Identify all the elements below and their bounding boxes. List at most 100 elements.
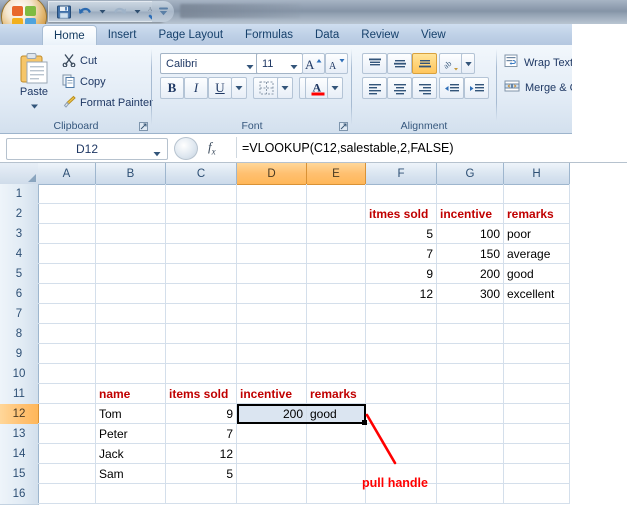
- font-color-dropdown-button[interactable]: [327, 77, 343, 99]
- cell-d2[interactable]: [237, 204, 307, 224]
- cell-a12[interactable]: [38, 404, 96, 424]
- cell-e10[interactable]: [307, 364, 366, 384]
- cell-f10[interactable]: [366, 364, 437, 384]
- cell-g4[interactable]: 150: [437, 244, 504, 264]
- cell-g6[interactable]: 300: [437, 284, 504, 304]
- cell-c4[interactable]: [166, 244, 237, 264]
- cell-a13[interactable]: [38, 424, 96, 444]
- redo-dropdown-icon[interactable]: [133, 7, 142, 16]
- row-header-9[interactable]: 9: [0, 344, 39, 365]
- cell-h12[interactable]: [504, 404, 570, 424]
- cell-g15[interactable]: [437, 464, 504, 484]
- underline-dropdown-button[interactable]: [231, 77, 247, 99]
- clipboard-dialog-launcher-icon[interactable]: [139, 122, 148, 131]
- row-header-8[interactable]: 8: [0, 324, 39, 345]
- orientation-dropdown-button[interactable]: [461, 53, 475, 74]
- cell-a10[interactable]: [38, 364, 96, 384]
- grow-font-button[interactable]: A: [302, 53, 325, 74]
- cell-h1[interactable]: [504, 184, 570, 204]
- cell-b14[interactable]: Jack: [96, 444, 166, 464]
- cell-h13[interactable]: [504, 424, 570, 444]
- cell-g16[interactable]: [437, 484, 504, 504]
- cell-b11[interactable]: name: [96, 384, 166, 404]
- cell-h5[interactable]: good: [504, 264, 570, 284]
- cell-h15[interactable]: [504, 464, 570, 484]
- cell-d3[interactable]: [237, 224, 307, 244]
- cell-g2[interactable]: incentive: [437, 204, 504, 224]
- font-name-combobox[interactable]: Calibri: [160, 53, 259, 74]
- cell-d9[interactable]: [237, 344, 307, 364]
- cell-f6[interactable]: 12: [366, 284, 437, 304]
- cell-b12[interactable]: Tom: [96, 404, 166, 424]
- cell-c8[interactable]: [166, 324, 237, 344]
- cell-e14[interactable]: [307, 444, 366, 464]
- cell-f5[interactable]: 9: [366, 264, 437, 284]
- cell-c10[interactable]: [166, 364, 237, 384]
- cell-h3[interactable]: poor: [504, 224, 570, 244]
- cell-c16[interactable]: [166, 484, 237, 504]
- spreadsheet-grid[interactable]: A B C D E F G H 1 2 3 4 5 6 7 8 9 10 11 12 13 14 15 16 itmes sol…: [0, 163, 627, 508]
- cell-a2[interactable]: [38, 204, 96, 224]
- cell-c2[interactable]: [166, 204, 237, 224]
- cell-b10[interactable]: [96, 364, 166, 384]
- cell-d7[interactable]: [237, 304, 307, 324]
- save-icon[interactable]: [56, 4, 72, 20]
- cell-h6[interactable]: excellent: [504, 284, 570, 304]
- cell-d6[interactable]: [237, 284, 307, 304]
- cell-c9[interactable]: [166, 344, 237, 364]
- cell-c6[interactable]: [166, 284, 237, 304]
- cell-e6[interactable]: [307, 284, 366, 304]
- cell-b15[interactable]: Sam: [96, 464, 166, 484]
- cell-a4[interactable]: [38, 244, 96, 264]
- tab-data[interactable]: Data: [304, 24, 350, 45]
- cell-a16[interactable]: [38, 484, 96, 504]
- row-header-1[interactable]: 1: [0, 184, 39, 205]
- cell-e12[interactable]: good: [307, 404, 366, 424]
- cell-e15[interactable]: [307, 464, 366, 484]
- format-painter-button[interactable]: Format Painter: [62, 94, 153, 112]
- wrap-text-button[interactable]: Wrap Text: [504, 53, 573, 72]
- cell-h11[interactable]: [504, 384, 570, 404]
- cell-h4[interactable]: average: [504, 244, 570, 264]
- paste-dropdown-icon[interactable]: [31, 100, 38, 109]
- cell-c11[interactable]: items sold: [166, 384, 237, 404]
- cell-c7[interactable]: [166, 304, 237, 324]
- row-header-15[interactable]: 15: [0, 464, 39, 485]
- cell-e4[interactable]: [307, 244, 366, 264]
- office-button[interactable]: [2, 0, 46, 24]
- cell-f9[interactable]: [366, 344, 437, 364]
- tab-insert[interactable]: Insert: [97, 24, 148, 45]
- cell-e7[interactable]: [307, 304, 366, 324]
- cell-e13[interactable]: [307, 424, 366, 444]
- copy-button[interactable]: Copy: [62, 73, 106, 91]
- tab-page-layout[interactable]: Page Layout: [147, 24, 234, 45]
- cell-e11[interactable]: remarks: [307, 384, 366, 404]
- cell-g8[interactable]: [437, 324, 504, 344]
- align-middle-button[interactable]: [387, 53, 412, 74]
- select-all-corner[interactable]: [0, 163, 39, 185]
- cell-a15[interactable]: [38, 464, 96, 484]
- cell-b4[interactable]: [96, 244, 166, 264]
- tab-formulas[interactable]: Formulas: [234, 24, 304, 45]
- cell-d12[interactable]: 200: [237, 404, 307, 424]
- cell-g7[interactable]: [437, 304, 504, 324]
- redo-icon[interactable]: [112, 4, 128, 20]
- quick-access-toolbar[interactable]: ABC: [48, 1, 169, 22]
- cell-a7[interactable]: [38, 304, 96, 324]
- qat-customize-button[interactable]: [152, 1, 174, 22]
- cell-e2[interactable]: [307, 204, 366, 224]
- row-header-16[interactable]: 16: [0, 484, 39, 505]
- cell-f7[interactable]: [366, 304, 437, 324]
- bold-button[interactable]: B: [160, 77, 184, 99]
- column-header-c[interactable]: C: [166, 163, 237, 185]
- cut-button[interactable]: Cut: [62, 52, 97, 70]
- cell-g11[interactable]: [437, 384, 504, 404]
- cell-h14[interactable]: [504, 444, 570, 464]
- cell-a11[interactable]: [38, 384, 96, 404]
- cell-b7[interactable]: [96, 304, 166, 324]
- cell-d15[interactable]: [237, 464, 307, 484]
- row-header-4[interactable]: 4: [0, 244, 39, 265]
- borders-dropdown-button[interactable]: [277, 77, 293, 99]
- cell-f12[interactable]: [366, 404, 437, 424]
- undo-icon[interactable]: [77, 4, 93, 20]
